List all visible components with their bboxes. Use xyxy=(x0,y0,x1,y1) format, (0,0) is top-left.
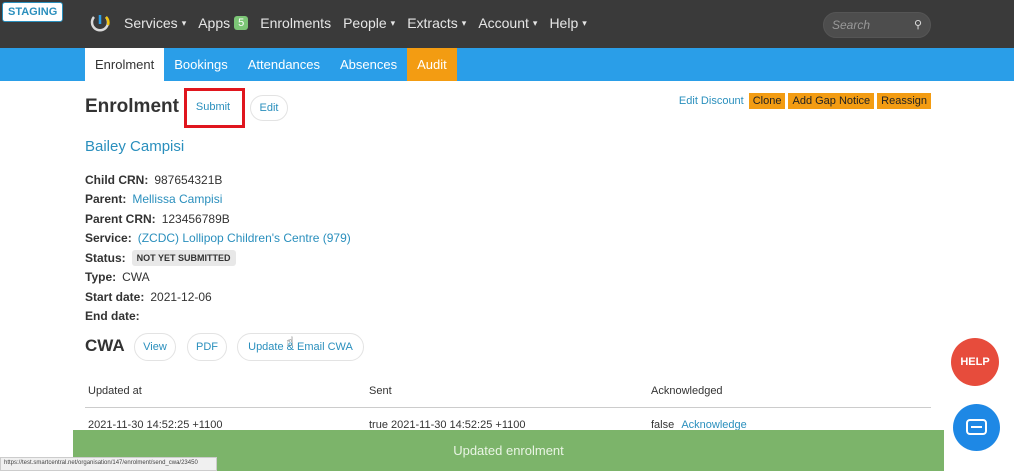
start-date-label: Start date: xyxy=(85,289,145,304)
hand-cursor-icon: ☝ xyxy=(286,334,294,349)
nav-services-label: Services xyxy=(124,15,178,31)
view-cwa-button[interactable]: View xyxy=(134,333,176,361)
type-value: CWA xyxy=(122,270,150,285)
nav-people[interactable]: People ▾ xyxy=(343,15,395,31)
tab-bookings[interactable]: Bookings xyxy=(164,48,237,81)
detail-start-date: Start date: 2021-12-06 xyxy=(85,287,351,307)
app-logo-icon[interactable] xyxy=(90,13,110,35)
add-gap-notice-button[interactable]: Add Gap Notice xyxy=(788,93,875,109)
nav-help[interactable]: Help ▾ xyxy=(549,15,586,31)
child-crn-value: 987654321B xyxy=(154,172,223,187)
parent-link[interactable]: Mellissa Campisi xyxy=(132,192,222,206)
service-link[interactable]: (ZCDC) Lollipop Children's Centre (979) xyxy=(138,231,351,245)
chat-button[interactable] xyxy=(953,404,1000,451)
column-acknowledged: Acknowledged xyxy=(651,385,723,397)
status-label: Status: xyxy=(85,250,126,265)
nav-account-label: Account xyxy=(478,15,529,31)
staging-badge: STAGING xyxy=(2,2,64,22)
detail-type: Type: CWA xyxy=(85,268,351,288)
chevron-down-icon: ▾ xyxy=(390,17,396,28)
child-crn-label: Child CRN: xyxy=(85,172,149,187)
nav-people-label: People xyxy=(343,15,387,31)
nav-apps-label: Apps xyxy=(198,15,231,31)
nav-extracts-label: Extracts xyxy=(407,15,458,31)
chevron-down-icon: ▾ xyxy=(582,17,587,28)
status-badge: NOT YET SUBMITTED xyxy=(131,249,236,266)
tab-absences[interactable]: Absences xyxy=(330,48,407,81)
detail-status: Status: NOT YET SUBMITTED xyxy=(85,248,351,268)
tab-attendances[interactable]: Attendances xyxy=(238,48,330,81)
type-label: Type: xyxy=(85,270,117,285)
detail-end-date: End date: xyxy=(85,307,351,327)
page-title: Enrolment xyxy=(85,96,179,117)
service-label: Service: xyxy=(85,231,132,246)
detail-parent: Parent: Mellissa Campisi xyxy=(85,190,351,210)
end-date-label: End date: xyxy=(85,309,140,324)
parent-crn-label: Parent CRN: xyxy=(85,211,156,226)
start-date-value: 2021-12-06 xyxy=(150,289,212,304)
tab-enrolment[interactable]: Enrolment xyxy=(85,48,165,81)
detail-parent-crn: Parent CRN: 123456789B xyxy=(85,209,351,229)
help-button[interactable]: HELP xyxy=(951,338,999,386)
column-updated-at: Updated at xyxy=(88,385,142,397)
detail-child-crn: Child CRN: 987654321B xyxy=(85,170,351,190)
nav-enrolments[interactable]: Enrolments xyxy=(260,15,331,31)
chevron-down-icon: ▾ xyxy=(461,17,467,28)
nav-account[interactable]: Account ▾ xyxy=(478,15,537,31)
edit-discount-button[interactable]: Edit Discount xyxy=(677,93,746,109)
apps-count-badge: 5 xyxy=(234,16,249,30)
nav-extracts[interactable]: Extracts ▾ xyxy=(407,15,466,31)
top-navbar: STAGING Services ▾ Apps 5 Enrolments Peo… xyxy=(0,0,1014,48)
submit-button[interactable]: Submit xyxy=(190,95,236,121)
detail-service: Service: (ZCDC) Lollipop Children's Cent… xyxy=(85,229,351,249)
search-placeholder: Search xyxy=(832,18,871,32)
nav-help-label: Help xyxy=(549,15,579,31)
parent-crn-value: 123456789B xyxy=(161,211,230,226)
pdf-cwa-button[interactable]: PDF xyxy=(187,333,227,361)
main-nav: Services ▾ Apps 5 Enrolments People ▾ Ex… xyxy=(124,15,599,31)
nav-enrolments-label: Enrolments xyxy=(260,15,332,31)
cwa-title: CWA xyxy=(85,336,125,355)
tab-bar: Enrolment Bookings Attendances Absences … xyxy=(0,48,1014,81)
enrolment-details: Child CRN: 987654321B Parent: Mellissa C… xyxy=(85,170,351,326)
parent-label: Parent: xyxy=(85,192,127,207)
clone-button[interactable]: Clone xyxy=(748,93,786,109)
edit-button[interactable]: Edit xyxy=(250,95,288,121)
tab-audit[interactable]: Audit xyxy=(407,48,457,81)
reassign-button[interactable]: Reassign xyxy=(877,93,931,109)
chevron-down-icon: ▾ xyxy=(181,17,187,28)
child-name-link[interactable]: Bailey Campisi xyxy=(85,138,184,155)
nav-services[interactable]: Services ▾ xyxy=(124,15,186,31)
enrolment-actions: Edit Discount Clone Add Gap Notice Reass… xyxy=(677,93,931,109)
cwa-table-header: Updated at Sent Acknowledged xyxy=(85,376,931,408)
search-icon[interactable]: ⚲ xyxy=(914,18,922,31)
nav-apps[interactable]: Apps 5 xyxy=(198,15,249,31)
update-email-cwa-button[interactable]: Update & Email CWA xyxy=(237,333,364,361)
browser-status-url: https://test.smartcentral.net/organisati… xyxy=(0,457,217,471)
chat-bubble-icon xyxy=(966,419,987,435)
chevron-down-icon: ▾ xyxy=(532,17,538,28)
column-sent: Sent xyxy=(369,385,392,397)
search-input[interactable]: Search ⚲ xyxy=(823,12,931,38)
